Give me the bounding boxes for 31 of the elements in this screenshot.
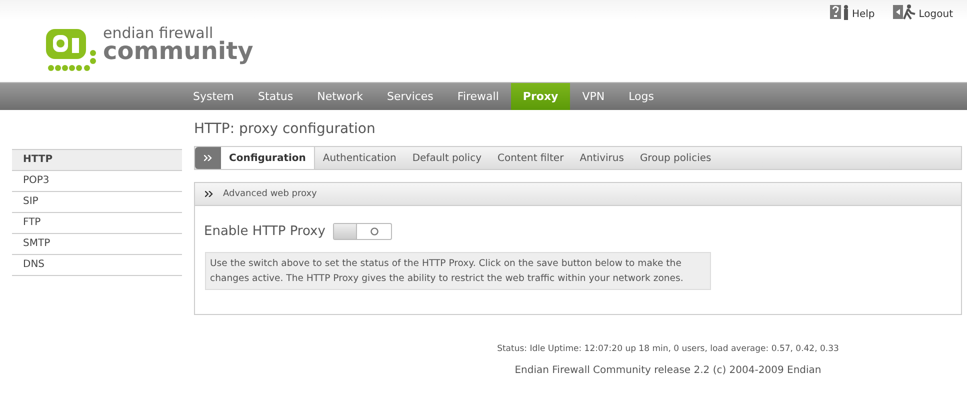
nav-item[interactable]: Network — [305, 83, 376, 110]
panel-title: Advanced web proxy — [223, 189, 317, 199]
info-text: Use the switch above to set the status of the HTTP Proxy. Click on the save button below to make the changes active. The HTTP Proxy gives the ability to restrict the web traffic within your network zones. — [205, 252, 711, 290]
toggle-label: Enable HTTP Proxy — [204, 224, 326, 239]
logo-text: endian firewall — [103, 26, 214, 41]
nav-item[interactable]: Logs — [616, 83, 666, 110]
help-icon — [830, 4, 850, 20]
status-line: Status: Idle Uptime: 12:07:20 up 18 min, 0 users, load average: 0.57, 0.42, 0.33 — [496, 344, 840, 354]
nav-item[interactable]: System — [181, 83, 246, 110]
tab[interactable]: Configuration — [221, 147, 315, 169]
nav-item[interactable]: VPN — [570, 83, 617, 110]
nav-item[interactable]: Firewall — [445, 83, 511, 110]
tab[interactable]: Group policies — [632, 147, 720, 169]
tab[interactable]: Authentication — [314, 147, 404, 169]
circle-icon — [370, 227, 379, 236]
nav-item[interactable]: Status — [246, 83, 306, 110]
tab[interactable]: Antivirus — [572, 147, 632, 169]
logo-text: community — [103, 39, 254, 63]
page-title: HTTP: proxy configuration — [194, 121, 376, 137]
toggle-switch[interactable] — [333, 223, 392, 240]
footer-text: Endian Firewall Community release 2.2 (c) 2004-2009 Endian — [514, 365, 822, 376]
logo-icon — [43, 26, 99, 74]
tab[interactable]: Content filter — [489, 147, 572, 169]
sidebar-item[interactable]: HTTP — [12, 150, 182, 171]
chevrons-icon — [195, 147, 221, 169]
help-link[interactable]: Help — [830, 4, 875, 20]
nav-item[interactable]: Services — [375, 83, 446, 110]
tab[interactable]: Default policy — [404, 147, 490, 169]
chevrons-icon — [205, 191, 213, 197]
exit-icon — [892, 4, 917, 20]
logout-link[interactable]: Logout — [892, 4, 953, 20]
